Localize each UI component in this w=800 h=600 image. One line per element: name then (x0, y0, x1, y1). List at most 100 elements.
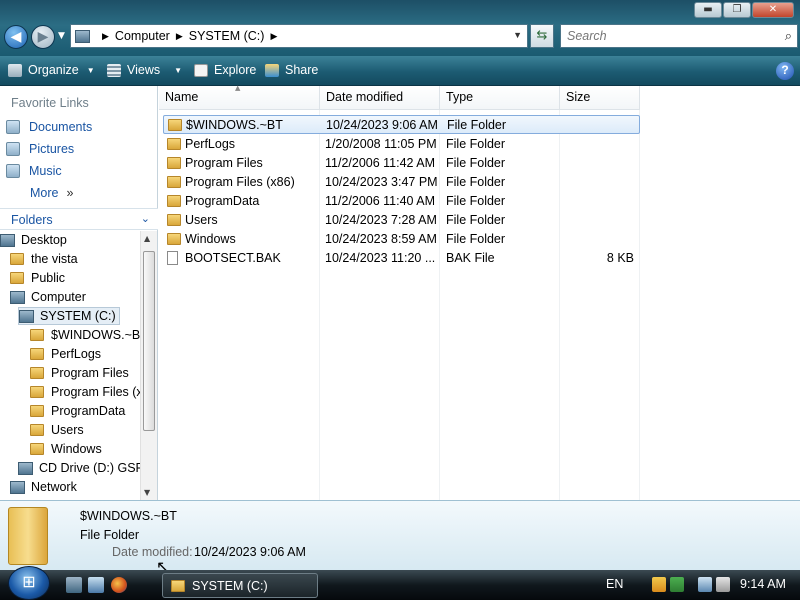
breadcrumb-separator-icon[interactable]: ▶ (102, 31, 109, 42)
volume-muted-icon[interactable] (716, 577, 730, 592)
firefox-icon[interactable] (111, 577, 127, 593)
folder-icon (167, 137, 181, 150)
tree-item-label: CD Drive (D:) GSP1 (39, 461, 140, 475)
tree-item[interactable]: Windows (30, 440, 102, 458)
switch-windows-icon[interactable] (88, 577, 104, 593)
search-icon[interactable]: ⌕ (785, 25, 792, 47)
file-date: 10/24/2023 11:20 ... (325, 250, 436, 265)
views-icon (107, 63, 121, 77)
favorite-more[interactable]: More » (30, 186, 73, 200)
file-row[interactable]: BOOTSECT.BAK 10/24/2023 11:20 ... BAK File… (163, 248, 640, 267)
folder-icon (168, 118, 182, 131)
favorite-music[interactable]: Music (6, 164, 62, 178)
start-button[interactable]: ⊞ (8, 566, 50, 600)
tree-item-label: Computer (31, 290, 86, 304)
maximize-button[interactable]: ❐ (723, 2, 751, 18)
file-list: Name Date modified Type Size ▲ $WINDOWS.… (159, 84, 800, 500)
address-bar[interactable]: ▶ Computer ▶ SYSTEM (C:) ▶ ▼ (70, 24, 528, 48)
file-name: Program Files (185, 155, 263, 170)
file-date: 10/24/2023 9:06 AM (326, 117, 438, 132)
share-button[interactable]: Share (265, 63, 318, 77)
tree-item[interactable]: Computer (10, 288, 86, 306)
recent-pages-dropdown[interactable]: ▼ (58, 31, 65, 41)
close-button[interactable]: ✕ (752, 2, 794, 18)
folder-tree-scrollbar[interactable]: ▲ ▼ (140, 231, 157, 500)
details-date-value: 10/24/2023 9:06 AM (194, 545, 306, 559)
file-row[interactable]: $WINDOWS.~BT 10/24/2023 9:06 AM File Folde… (163, 115, 640, 134)
file-row[interactable]: Program Files (x86) 10/24/2023 3:47 PM Fil… (163, 172, 640, 191)
explore-label: Explore (214, 63, 257, 77)
language-indicator[interactable]: EN (606, 577, 623, 591)
help-button[interactable]: ? (776, 62, 794, 80)
file-date: 1/20/2008 11:05 PM (325, 136, 437, 151)
display-tray-icon[interactable] (698, 577, 712, 592)
tree-item-label: ProgramData (51, 404, 126, 418)
folder-icon (167, 213, 181, 226)
minimize-button[interactable]: ▬ (694, 2, 722, 18)
computer-icon (75, 29, 90, 43)
address-dropdown-icon[interactable]: ▼ (513, 30, 522, 40)
tree-item-label: Network (31, 480, 77, 494)
file-type: File Folder (446, 155, 506, 170)
tree-item[interactable]: PerfLogs (30, 345, 101, 363)
forward-button[interactable]: ▶ (31, 25, 55, 49)
scrollbar-thumb[interactable] (143, 251, 155, 431)
breadcrumb-system-c[interactable]: SYSTEM (C:) (189, 29, 265, 43)
tree-item[interactable]: Program Files (30, 364, 129, 382)
file-row[interactable]: Program Files 11/2/2006 11:42 AM File Fold… (163, 153, 640, 172)
tree-item[interactable]: Public (10, 269, 65, 287)
organize-button[interactable]: Organize ▼ (8, 63, 95, 77)
views-button[interactable]: Views ▼ (107, 63, 182, 77)
tree-item[interactable]: the vista (10, 250, 78, 268)
folder-icon (30, 424, 44, 436)
refresh-button[interactable]: ⇆ (530, 24, 554, 48)
tree-item[interactable]: SYSTEM (C:) (18, 307, 120, 325)
file-type: File Folder (446, 174, 506, 189)
file-type: File Folder (446, 136, 506, 151)
tree-item-label: SYSTEM (C:) (40, 309, 116, 323)
tree-item[interactable]: $WINDOWS.~BT (30, 326, 140, 344)
breadcrumb-separator-icon[interactable]: ▶ (270, 31, 277, 42)
search-input[interactable]: Search ⌕ (560, 24, 798, 48)
window-controls: ▬ ❐ ✕ (693, 2, 794, 18)
scroll-up-icon[interactable]: ▲ (144, 234, 150, 243)
folder-icon (10, 272, 24, 284)
favorite-documents[interactable]: Documents (6, 120, 92, 134)
clock[interactable]: 9:14 AM (740, 577, 786, 591)
music-icon (6, 164, 20, 178)
tree-item[interactable]: Program Files (x8 (30, 383, 140, 401)
chevron-down-icon: ▼ (174, 65, 183, 75)
security-shield-icon[interactable] (652, 577, 666, 592)
breadcrumb-separator-icon[interactable]: ▶ (176, 31, 183, 42)
breadcrumb-computer[interactable]: Computer (115, 29, 170, 43)
tree-item-label: Users (51, 423, 84, 437)
file-row[interactable]: Windows 10/24/2023 8:59 AM File Folder (163, 229, 640, 248)
details-date-label: Date modified: (112, 545, 193, 559)
folders-header[interactable]: Folders ⌄ (0, 208, 158, 230)
column-header-size[interactable]: Size (560, 86, 640, 110)
tree-item[interactable]: CD Drive (D:) GSP1 (18, 459, 140, 477)
network-tray-icon[interactable] (670, 577, 684, 592)
documents-icon (6, 120, 20, 134)
column-header-type[interactable]: Type (440, 86, 560, 110)
tree-item[interactable]: ProgramData (30, 402, 125, 420)
file-type: File Folder (447, 117, 507, 132)
file-row[interactable]: PerfLogs 1/20/2008 11:05 PM File Folder (163, 134, 640, 153)
tree-item[interactable]: Users (30, 421, 84, 439)
file-type: File Folder (446, 212, 506, 227)
file-row[interactable]: ProgramData 11/2/2006 11:40 AM File Folder (163, 191, 640, 210)
file-name: BOOTSECT.BAK (185, 250, 281, 265)
favorite-pictures[interactable]: Pictures (6, 142, 74, 156)
tree-item[interactable]: Desktop (0, 231, 67, 249)
tree-item[interactable]: Network (10, 478, 77, 496)
back-button[interactable]: ◀ (4, 25, 28, 49)
show-desktop-icon[interactable] (66, 577, 82, 593)
column-header-date[interactable]: Date modified (320, 86, 440, 110)
scroll-down-icon[interactable]: ▼ (144, 488, 150, 497)
file-row[interactable]: Users 10/24/2023 7:28 AM File Folder (163, 210, 640, 229)
organize-icon (8, 63, 22, 77)
taskbar-window-label: SYSTEM (C:) (192, 578, 268, 593)
explore-button[interactable]: Explore (194, 63, 256, 77)
folder-icon (167, 194, 181, 207)
taskbar-window-button[interactable]: SYSTEM (C:) (162, 573, 318, 598)
